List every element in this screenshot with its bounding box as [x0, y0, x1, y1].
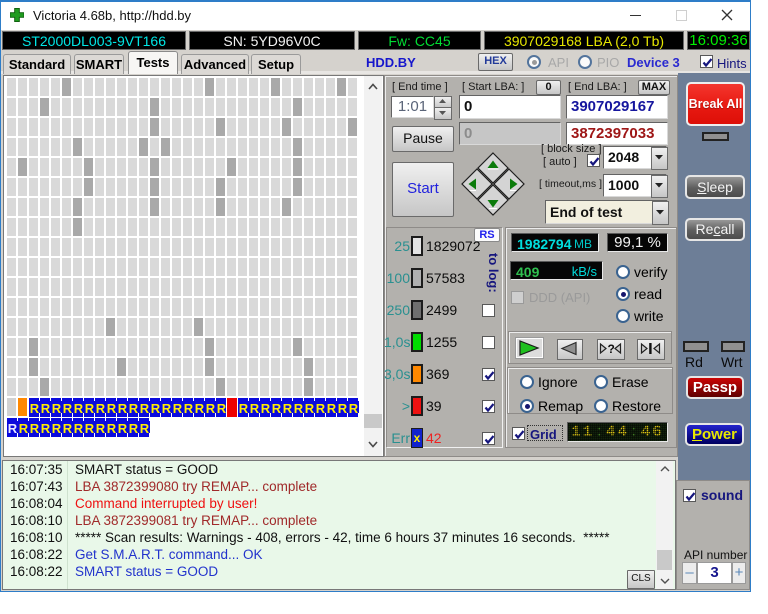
svg-text:?: ?: [608, 342, 615, 355]
